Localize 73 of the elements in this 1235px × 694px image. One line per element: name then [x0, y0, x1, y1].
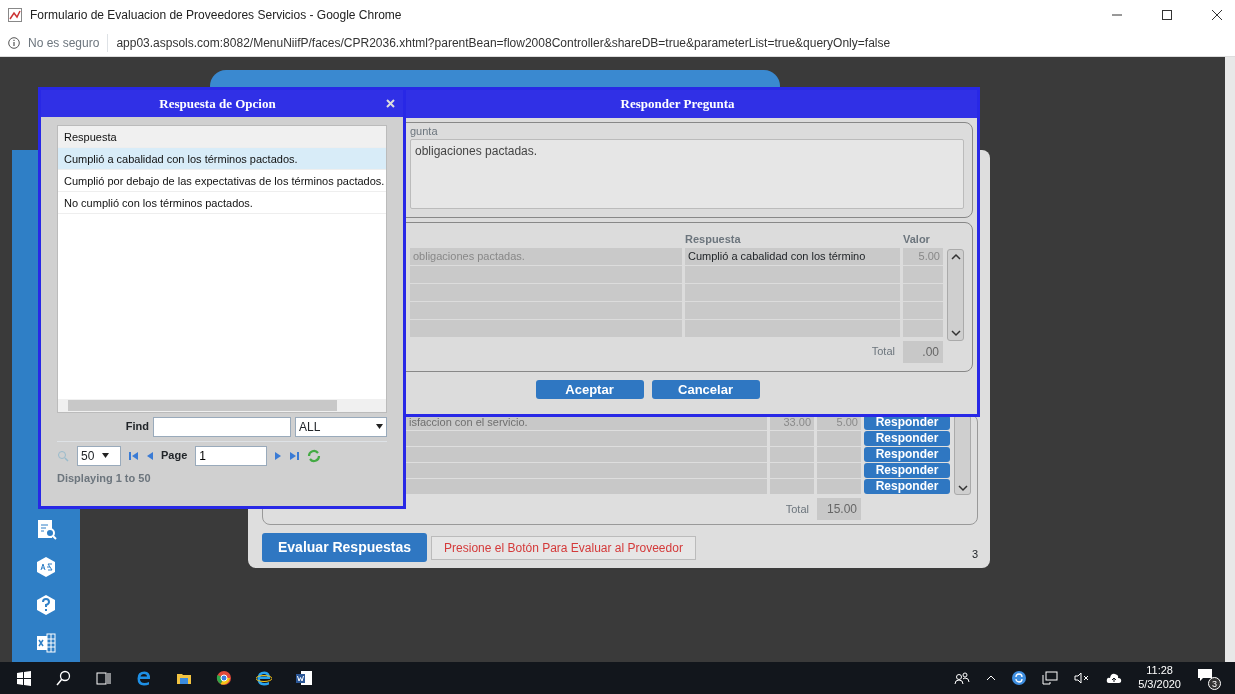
scrollbar[interactable] — [1225, 57, 1235, 662]
network-icon[interactable] — [1042, 671, 1059, 685]
app-icon — [8, 8, 22, 22]
spreadsheet-icon[interactable] — [35, 632, 57, 654]
search-document-icon[interactable] — [35, 518, 57, 540]
question-label: gunta — [410, 123, 439, 139]
column-header: Respuesta — [685, 232, 742, 247]
cloud-icon[interactable] — [1106, 672, 1123, 684]
clock-date: 5/3/2020 — [1138, 678, 1181, 692]
dropdown-icon — [376, 424, 383, 429]
url-field[interactable]: app03.aspsols.com:8082/MenuNiifP/faces/CPR2036.xhtml?parentBean=flow2008Controller&shareDB=true&parameterList=true&queryOnly=false — [107, 34, 891, 52]
table-cell: Cumplió a cabalidad con los término — [685, 247, 900, 265]
page-field[interactable]: 1 — [195, 445, 268, 466]
column-header: Respuesta — [58, 126, 386, 148]
table-scrollbar[interactable] — [954, 415, 971, 495]
option-row[interactable]: Cumplió a cabalidad con los términos pactados. — [58, 148, 386, 170]
az-icon[interactable] — [35, 556, 57, 578]
chrome-icon[interactable] — [216, 670, 232, 686]
dialog-title: Respuesta de Opcion — [158, 94, 277, 113]
message-icon — [1197, 668, 1213, 682]
notification-count: 3 — [1208, 677, 1221, 690]
sync-icon[interactable] — [1012, 671, 1027, 685]
responder-button[interactable]: Responder — [864, 463, 950, 478]
page-label: Page — [161, 448, 188, 464]
table-scrollbar[interactable] — [947, 249, 964, 341]
close-icon[interactable] — [1211, 9, 1223, 21]
total-value: .00 — [903, 340, 943, 363]
horizontal-scrollbar[interactable] — [58, 398, 386, 412]
chevron-down-icon[interactable] — [950, 330, 961, 337]
total-label: Total — [785, 501, 809, 517]
browser-e-icon[interactable] — [136, 670, 152, 686]
filter-select[interactable]: ALL — [295, 416, 387, 437]
task-view-icon[interactable] — [96, 670, 112, 686]
notifications-button[interactable]: 3 — [1197, 668, 1219, 688]
browser-e-icon[interactable] — [256, 670, 272, 686]
page-size-select[interactable]: 50 — [77, 445, 121, 466]
option-row[interactable]: No cumplió con los términos pactados. — [58, 192, 386, 214]
last-page-icon[interactable] — [289, 450, 300, 461]
info-icon[interactable] — [8, 37, 20, 49]
first-page-icon[interactable] — [129, 450, 139, 461]
maximize-icon[interactable] — [1161, 9, 1173, 21]
chevron-up-icon[interactable] — [950, 253, 961, 260]
windows-icon[interactable] — [16, 670, 32, 686]
table-cell: 5.00 — [903, 247, 943, 265]
table-cell: obligaciones pactadas. — [410, 247, 682, 265]
column-header: Valor — [903, 232, 931, 247]
dialog-button[interactable]: Aceptar — [535, 379, 644, 399]
clock-time: 11:28 — [1146, 664, 1173, 678]
dropdown-icon — [102, 453, 110, 458]
total-label: Total — [871, 344, 895, 360]
people-icon[interactable] — [954, 671, 971, 685]
security-label: No es seguro — [28, 35, 100, 52]
evaluate-button[interactable]: Evaluar Respuestas — [262, 533, 428, 562]
pager-status: Displaying 1 to 50 — [57, 470, 152, 486]
next-page-icon[interactable] — [275, 450, 282, 461]
total-value: 15.00 — [817, 498, 861, 520]
responder-button[interactable]: Responder — [864, 431, 950, 446]
responder-button[interactable]: Responder — [864, 447, 950, 462]
help-icon[interactable] — [35, 594, 57, 616]
option-row[interactable]: Cumplió por debajo de las expectativas de los términos pactados. — [58, 170, 386, 192]
page-number: 3 — [971, 546, 978, 562]
search-icon[interactable] — [56, 670, 72, 686]
document-w-icon[interactable] — [296, 670, 312, 686]
question-textarea[interactable]: obligaciones pactadas. — [410, 139, 964, 209]
find-field[interactable] — [153, 416, 291, 437]
previous-page-icon[interactable] — [147, 450, 153, 461]
dialog-button[interactable]: Cancelar — [651, 379, 760, 399]
chevron-down-icon[interactable] — [957, 485, 968, 492]
status-message: Presione el Botón Para Evaluar al Proveedor — [431, 535, 696, 560]
mute-icon[interactable] — [1074, 672, 1091, 684]
responder-button[interactable]: Responder — [864, 479, 950, 494]
find-label: Find — [124, 419, 149, 435]
window-title: Formulario de Evaluacion de Proveedores Servicios - Google Chrome — [30, 7, 403, 24]
